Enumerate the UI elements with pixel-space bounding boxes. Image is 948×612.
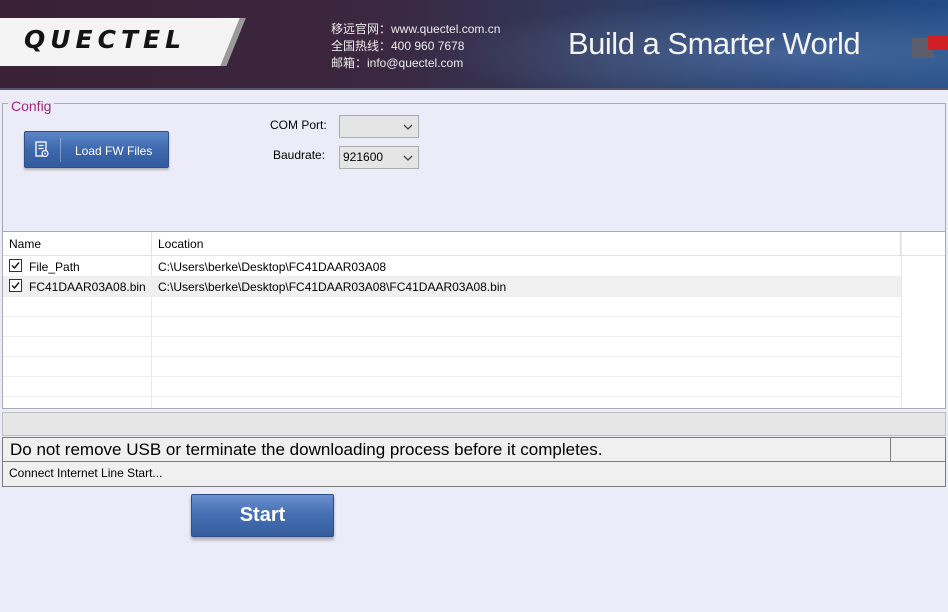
document-settings-icon [35,141,49,158]
progress-bar [2,412,946,436]
baudrate-value: 921600 [343,150,384,164]
load-fw-files-label: Load FW Files [75,144,153,158]
chevron-down-icon [403,155,413,161]
header-banner: QUECTEL 移远官网：www.quectel.com.cn 全国热线：400… [0,0,948,90]
table-row[interactable]: FC41DAAR03A08.bin C:\Users\berke\Desktop… [3,277,901,297]
table-row[interactable]: File_Path C:\Users\berke\Desktop\FC41DAA… [3,257,901,277]
table-row-empty [3,337,901,357]
checkmark-icon [11,262,20,270]
chevron-down-icon [403,124,413,130]
status-log: Connect Internet Line Start... [2,462,946,487]
table-row-empty [3,397,901,408]
contact-info: 移远官网：www.quectel.com.cn 全国热线：400 960 767… [331,21,500,72]
quectel-logo: QUECTEL [24,25,187,54]
contact-email: 邮箱：info@quectel.com [331,56,464,70]
column-header-location[interactable]: Location [152,232,901,256]
baudrate-select[interactable]: 921600 [339,146,419,169]
table-row-empty [3,297,901,317]
row-checkbox[interactable] [9,279,22,292]
column-header-name[interactable]: Name [3,232,152,256]
com-port-select[interactable] [339,115,419,138]
column-divider [901,232,902,408]
com-port-label: COM Port: [270,118,327,132]
table-row-empty [3,377,901,397]
start-button[interactable]: Start [191,494,334,537]
config-title: Config [8,98,55,114]
checkmark-icon [11,282,20,290]
table-row-empty [3,317,901,337]
row-checkbox[interactable] [9,259,22,272]
file-table: Name Location File_Path C:\Users\berke\D… [2,231,946,409]
button-separator [60,138,61,162]
row-name: FC41DAAR03A08.bin [29,280,146,294]
corner-decoration-red [928,36,948,50]
table-row-empty [3,357,901,377]
row-name: File_Path [29,260,80,274]
warning-message: Do not remove USB or terminate the downl… [2,437,891,462]
contact-website: 移远官网：www.quectel.com.cn [331,22,501,36]
banner-divider [0,88,948,90]
baudrate-label: Baudrate: [273,148,326,162]
contact-hotline: 全国热线：400 960 7678 [331,39,465,53]
row-location: C:\Users\berke\Desktop\FC41DAAR03A08\FC4… [158,280,507,294]
slogan: Build a Smarter World [568,26,861,61]
warning-side-panel [891,437,946,462]
load-fw-files-button[interactable]: Load FW Files [24,131,169,168]
column-header-filler [901,232,945,256]
row-location: C:\Users\berke\Desktop\FC41DAAR03A08 [158,260,387,274]
